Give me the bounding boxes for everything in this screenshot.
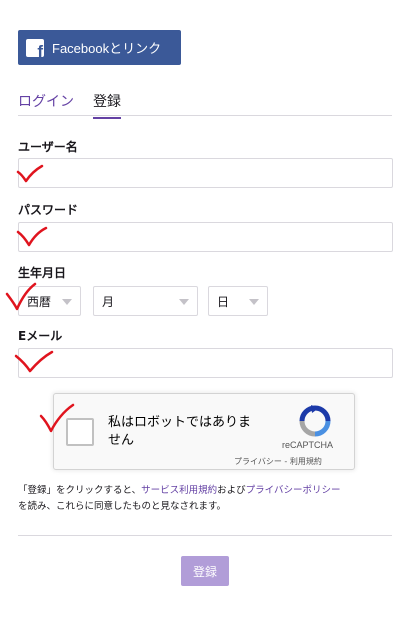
birth-day-value: 日 — [217, 294, 230, 309]
check-mark-icon — [14, 350, 54, 373]
username-input[interactable] — [18, 158, 393, 188]
chevron-down-icon — [62, 299, 72, 305]
recaptcha-logo-icon — [299, 405, 331, 437]
terms-text: を読み、これらに同意したものと見なされます。 — [18, 501, 227, 512]
facebook-icon: f — [26, 38, 44, 57]
privacy-policy-link[interactable]: プライバシーポリシー — [246, 485, 341, 496]
chevron-down-icon — [179, 299, 189, 305]
check-mark-icon — [39, 403, 75, 433]
recaptcha-brand: reCAPTCHA — [282, 440, 334, 450]
chevron-down-icon — [249, 299, 259, 305]
terms-notice: 「登録」をクリックすると、サービス利用規約およびプライバシーポリシーを読み、これ… — [18, 483, 398, 515]
terms-of-service-link[interactable]: サービス利用規約 — [141, 485, 217, 496]
recaptcha-privacy-link[interactable]: プライバシー — [234, 457, 282, 466]
email-input[interactable] — [18, 348, 393, 378]
terms-text: および — [217, 485, 246, 496]
check-mark-icon — [16, 164, 44, 183]
birth-month-value: 月 — [102, 294, 115, 309]
signup-submit-button[interactable]: 登録 — [181, 556, 229, 586]
auth-tabs: ログイン 登録 — [18, 88, 392, 119]
terms-text: 「登録」をクリックすると、 — [18, 485, 142, 496]
birth-month-select[interactable]: 月 — [93, 286, 198, 316]
username-label: ユーザー名 — [18, 140, 78, 154]
recaptcha-terms-link[interactable]: 利用規約 — [290, 457, 322, 466]
tab-signup[interactable]: 登録 — [93, 91, 121, 119]
form-divider — [18, 535, 392, 536]
facebook-connect-button[interactable]: f Facebookとリンク — [18, 30, 181, 65]
tab-login[interactable]: ログイン — [18, 91, 74, 117]
password-label: パスワード — [18, 203, 79, 217]
recaptcha-link-separator: - — [281, 457, 290, 466]
facebook-connect-label: Facebookとリンク — [52, 41, 162, 56]
birthdate-label: 生年月日 — [18, 266, 67, 280]
recaptcha-links: プライバシー - 利用規約 — [234, 456, 322, 467]
check-mark-icon — [5, 282, 37, 311]
check-mark-icon — [16, 226, 48, 247]
email-label: Eメール — [18, 329, 63, 343]
recaptcha-widget: 私はロボットではありません reCAPTCHA プライバシー - 利用規約 — [53, 393, 355, 470]
recaptcha-label: 私はロボットではありません — [108, 415, 252, 448]
birth-day-select[interactable]: 日 — [208, 286, 268, 316]
password-input[interactable] — [18, 222, 393, 252]
